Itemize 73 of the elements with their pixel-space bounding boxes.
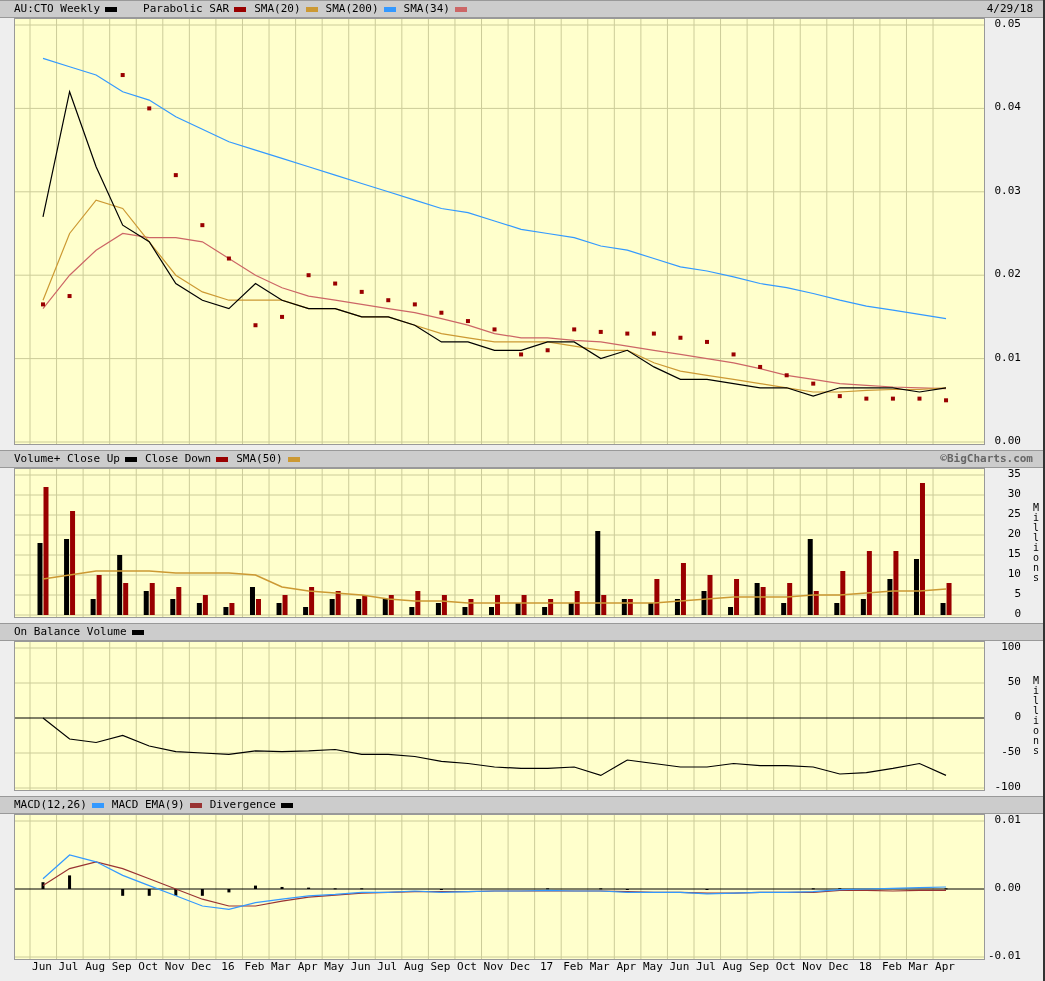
x-axis-label: Nov	[802, 960, 823, 974]
legend-label: MACD(12,26)	[14, 796, 87, 813]
axis-tick-label: 0.05	[994, 18, 1021, 30]
x-axis-label: Jun	[32, 960, 52, 974]
x-axis-label: Mar	[908, 960, 929, 974]
axis-tick-label: 50	[1007, 676, 1021, 688]
axis-tick-label: 30	[1007, 488, 1021, 500]
axis-tick-label: 0.04	[994, 101, 1021, 114]
axis-tick-label: 10	[1007, 568, 1021, 580]
x-axis-label: Mar	[589, 960, 610, 974]
legend-label: AU:CTO Weekly	[14, 0, 101, 17]
legend-label: On Balance Volume	[14, 623, 127, 640]
x-axis-label: Sep	[430, 960, 451, 974]
axis-tick-label: 0.02	[994, 268, 1021, 281]
x-axis-label: Nov	[483, 960, 504, 974]
x-axis-label: Feb	[563, 960, 584, 974]
axis-tick-label: -100	[994, 781, 1021, 793]
legend-label: SMA(50)	[236, 450, 283, 467]
legend-label: Parabolic SAR	[143, 0, 230, 17]
axis-tick-label: 0	[1014, 608, 1021, 620]
axis-tick-label: 0.00	[994, 882, 1021, 894]
x-axis-label: Aug	[722, 960, 743, 974]
legend-label: SMA(20)	[254, 0, 301, 17]
axis-title: Millions	[1032, 676, 1040, 756]
x-axis-label: Sep	[749, 960, 770, 974]
x-axis-label: Jul	[58, 960, 79, 974]
x-axis-label: Jul	[377, 960, 398, 974]
x-axis-label: Dec	[191, 960, 212, 974]
x-axis-label: Jun	[350, 960, 371, 974]
x-axis-label: 16	[221, 960, 235, 974]
x-axis-label: Dec	[510, 960, 530, 974]
axis-title: Millions	[1032, 503, 1040, 583]
x-axis-label: Sep	[111, 960, 132, 974]
legend-label: SMA(34)	[403, 0, 450, 17]
axis-tick-label: -50	[1001, 746, 1021, 758]
legend-label: MACD EMA(9)	[111, 796, 185, 813]
x-axis-label: Nov	[164, 960, 185, 974]
x-axis-label: Oct	[775, 960, 796, 974]
x-axis-label: Jun	[669, 960, 690, 974]
axis-tick-label: -0.01	[987, 950, 1021, 962]
x-axis-label: Apr	[616, 960, 637, 974]
axis-tick-label: 15	[1007, 548, 1021, 560]
x-axis-label: Mar	[271, 960, 291, 974]
axis-tick-label: 100	[1001, 641, 1021, 653]
axis-tick-label: 0.03	[994, 184, 1021, 197]
x-axis-label: Feb	[881, 960, 902, 974]
x-axis-label: Feb	[244, 960, 265, 974]
x-axis-label: Oct	[138, 960, 159, 974]
axis-tick-label: 5	[1014, 588, 1021, 600]
x-axis-label: Oct	[457, 960, 477, 974]
x-axis-label: 18	[858, 960, 872, 974]
x-axis-label: Apr	[935, 960, 955, 974]
axis-tick-label: 35	[1007, 468, 1021, 480]
x-axis-label: Aug	[403, 960, 424, 974]
axis-tick-label: 0.01	[994, 351, 1021, 364]
x-axis-label: Jul	[696, 960, 716, 974]
legend-label: Close Down	[144, 450, 212, 467]
axis-tick-label: 0.01	[994, 814, 1021, 826]
chart-date: 4/29/18	[986, 0, 1033, 17]
legend-label: Volume+ Close Up	[14, 450, 120, 467]
x-axis-label: May	[324, 960, 345, 974]
x-axis-label: May	[642, 960, 663, 974]
x-axis-label: Apr	[297, 960, 318, 974]
x-axis-label: Aug	[85, 960, 106, 974]
x-axis-label: Dec	[828, 960, 849, 974]
axis-tick-label: 0.00	[994, 435, 1021, 447]
legend-label: SMA(200)	[325, 0, 379, 17]
axis-tick-label: 0	[1014, 711, 1021, 723]
x-axis-label: 17	[540, 960, 554, 974]
axis-tick-label: 20	[1007, 528, 1021, 540]
credit-text: ©BigCharts.com	[940, 450, 1033, 467]
legend-label: Divergence	[209, 796, 276, 813]
axis-tick-label: 25	[1007, 508, 1021, 520]
